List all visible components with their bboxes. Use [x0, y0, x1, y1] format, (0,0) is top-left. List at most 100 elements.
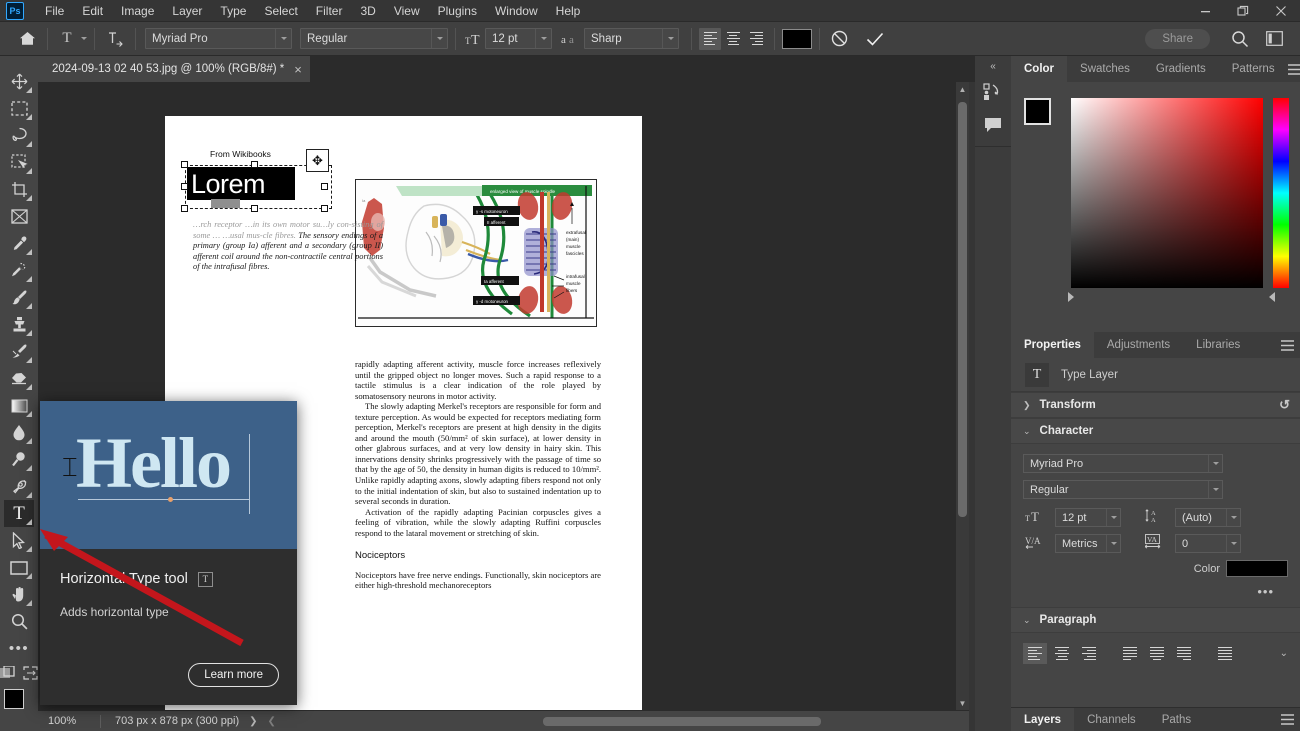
- hand-tool[interactable]: [4, 581, 34, 608]
- comments-icon[interactable]: [975, 108, 1011, 140]
- libraries-icon[interactable]: [975, 76, 1011, 108]
- canvas-horizontal-scrollbar[interactable]: [463, 715, 893, 728]
- align-center-button[interactable]: [722, 28, 744, 50]
- justify-last-center-button[interactable]: [1145, 643, 1169, 664]
- rectangle-tool[interactable]: [4, 554, 34, 581]
- commit-checkmark-icon[interactable]: [863, 27, 887, 51]
- move-tool[interactable]: [4, 68, 34, 95]
- character-font-family-select[interactable]: Myriad Pro: [1023, 454, 1223, 473]
- reset-icon[interactable]: ↺: [1279, 397, 1290, 413]
- character-kerning-select[interactable]: Metrics: [1055, 534, 1121, 553]
- menu-file[interactable]: File: [36, 1, 73, 21]
- tab-swatches[interactable]: Swatches: [1067, 56, 1143, 82]
- paragraph-align-center-button[interactable]: [1050, 643, 1074, 664]
- close-icon[interactable]: ×: [294, 63, 302, 76]
- foreground-background-colors[interactable]: [4, 689, 34, 719]
- home-icon[interactable]: [14, 28, 40, 50]
- chevron-down-icon[interactable]: ⌄: [1023, 426, 1031, 437]
- handle-top-left[interactable]: [181, 161, 188, 168]
- chevron-left-icon[interactable]: ❮: [258, 716, 276, 727]
- font-family-select[interactable]: Myriad Pro: [145, 28, 292, 49]
- eyedropper-tool[interactable]: [4, 230, 34, 257]
- canvas-vertical-scrollbar[interactable]: ▲ ▼: [956, 82, 969, 710]
- close-icon[interactable]: [1262, 0, 1300, 22]
- tab-paths[interactable]: Paths: [1149, 708, 1204, 731]
- tab-libraries[interactable]: Libraries: [1183, 332, 1253, 358]
- scroll-up-icon[interactable]: ▲: [956, 82, 969, 96]
- more-options-icon[interactable]: •••: [1023, 584, 1288, 599]
- chevron-right-icon[interactable]: ❯: [1023, 400, 1031, 411]
- paragraph-align-left-button[interactable]: [1023, 643, 1047, 664]
- text-color-swatch[interactable]: [782, 28, 812, 49]
- learn-more-button[interactable]: Learn more: [188, 663, 279, 687]
- tab-properties[interactable]: Properties: [1011, 332, 1094, 358]
- handle-bottom-left[interactable]: [181, 205, 188, 212]
- spot-healing-brush-tool[interactable]: [4, 257, 34, 284]
- handle-bottom-center[interactable]: [251, 205, 258, 212]
- object-selection-tool[interactable]: [4, 149, 34, 176]
- menu-help[interactable]: Help: [547, 1, 590, 21]
- chevron-down-icon[interactable]: [662, 29, 678, 48]
- scroll-down-icon[interactable]: ▼: [956, 696, 969, 710]
- selected-text-value[interactable]: Lorem: [191, 168, 266, 200]
- character-size-select[interactable]: 12 pt: [1055, 508, 1121, 527]
- pen-tool[interactable]: [4, 473, 34, 500]
- font-size-select[interactable]: 12 pt: [485, 28, 552, 49]
- zoom-tool[interactable]: [4, 608, 34, 635]
- menu-3d[interactable]: 3D: [351, 1, 384, 21]
- panel-menu-icon[interactable]: [1274, 708, 1300, 731]
- minimize-icon[interactable]: [1186, 0, 1224, 22]
- paragraph-align-right-button[interactable]: [1077, 643, 1101, 664]
- justify-last-left-button[interactable]: [1118, 643, 1142, 664]
- edit-toolbar-tool[interactable]: •••: [4, 635, 34, 662]
- handle-top-center[interactable]: [251, 161, 258, 168]
- crop-tool[interactable]: [4, 176, 34, 203]
- menu-edit[interactable]: Edit: [73, 1, 112, 21]
- history-brush-tool[interactable]: [4, 338, 34, 365]
- toggle-text-orientation-icon[interactable]: [102, 27, 128, 51]
- menu-layer[interactable]: Layer: [163, 1, 211, 21]
- chevron-right-icon[interactable]: ❯: [239, 716, 257, 727]
- section-character[interactable]: ⌄ Character: [1011, 418, 1300, 444]
- section-transform[interactable]: ❯ Transform ↺: [1011, 392, 1300, 418]
- chevron-down-icon[interactable]: [431, 29, 447, 48]
- font-style-select[interactable]: Regular: [300, 28, 448, 49]
- chevron-down-icon[interactable]: [1226, 535, 1240, 552]
- section-paragraph[interactable]: ⌄ Paragraph: [1011, 607, 1300, 633]
- path-selection-tool[interactable]: [4, 527, 34, 554]
- menu-window[interactable]: Window: [486, 1, 547, 21]
- tool-preset-picker[interactable]: T: [55, 28, 87, 50]
- tab-layers[interactable]: Layers: [1011, 708, 1075, 731]
- handle-middle-left[interactable]: [181, 183, 188, 190]
- chevron-down-icon[interactable]: ⌄: [1023, 615, 1031, 626]
- chevron-down-icon[interactable]: [1208, 455, 1222, 472]
- restore-icon[interactable]: [1224, 0, 1262, 22]
- horizontal-type-tool[interactable]: T: [4, 500, 34, 527]
- menu-type[interactable]: Type: [211, 1, 255, 21]
- lasso-tool[interactable]: [4, 122, 34, 149]
- blur-tool[interactable]: [4, 419, 34, 446]
- menu-view[interactable]: View: [385, 1, 429, 21]
- character-leading-select[interactable]: (Auto): [1175, 508, 1241, 527]
- handle-bottom-right[interactable]: [321, 205, 328, 212]
- dodge-tool[interactable]: [4, 446, 34, 473]
- eraser-tool[interactable]: [4, 365, 34, 392]
- rectangular-marquee-tool[interactable]: [4, 95, 34, 122]
- color-panel-swatches[interactable]: [1024, 98, 1065, 139]
- justify-last-right-button[interactable]: [1172, 643, 1196, 664]
- document-tab[interactable]: 2024-09-13 02 40 53.jpg @ 100% (RGB/8#) …: [38, 56, 310, 82]
- character-color-swatch[interactable]: [1226, 560, 1288, 577]
- chevron-down-icon[interactable]: [1208, 481, 1222, 498]
- tab-gradients[interactable]: Gradients: [1143, 56, 1219, 82]
- brush-tool[interactable]: [4, 284, 34, 311]
- zoom-level[interactable]: 100%: [38, 715, 100, 727]
- menu-filter[interactable]: Filter: [307, 1, 352, 21]
- color-field[interactable]: [1071, 98, 1263, 288]
- tab-channels[interactable]: Channels: [1074, 708, 1149, 731]
- align-left-button[interactable]: [699, 27, 721, 50]
- menu-image[interactable]: Image: [112, 1, 163, 21]
- chevron-down-icon[interactable]: [81, 37, 87, 40]
- cancel-icon[interactable]: [827, 27, 851, 51]
- panel-menu-icon[interactable]: [1274, 332, 1300, 358]
- chevron-down-icon[interactable]: [1106, 509, 1120, 526]
